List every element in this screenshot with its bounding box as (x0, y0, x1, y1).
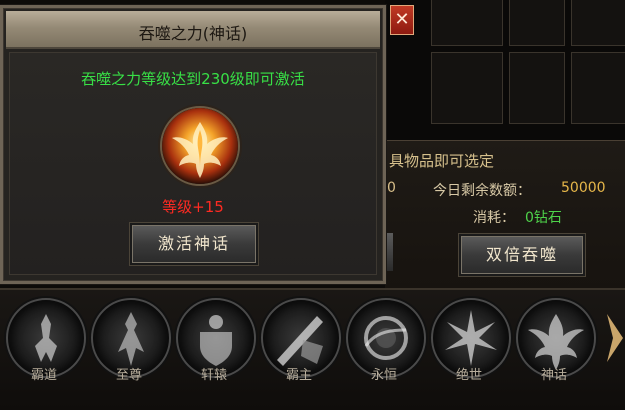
close-icon[interactable]: ✕ (390, 5, 414, 35)
skill-bar: 霸道 至尊 轩辕 霸主 永恒 绝世 神话 (0, 288, 625, 410)
grid-cell (431, 52, 503, 124)
remaining-label: 今日剩余数额： (433, 183, 531, 199)
skill-label: 绝世 (455, 368, 482, 383)
phoenix-icon (160, 106, 240, 186)
mythic-activation-dialog: 吞噬之力(神话) 吞噬之力等级达到230级即可激活 等级+15 激活神话 (0, 5, 386, 284)
activate-mythic-button[interactable]: 激活神话 (130, 223, 258, 265)
skill-label: 轩辕 (200, 368, 227, 383)
skill-label: 霸道 (30, 368, 57, 383)
requirement-text: 吞噬之力等级达到230级即可激活 (81, 70, 305, 88)
partial-value: 0 (387, 180, 396, 196)
skill-label: 霸主 (285, 368, 312, 383)
hidden-button-edge (385, 233, 393, 271)
dialog-title: 吞噬之力(神话) (138, 24, 248, 43)
remaining-value: 50000 (561, 180, 606, 196)
dialog-body: 吞噬之力等级达到230级即可激活 等级+15 激活神话 (9, 52, 377, 275)
grid-cell (571, 0, 625, 46)
dialog-header: 吞噬之力(神话) (6, 11, 380, 49)
double-devour-button[interactable]: 双倍吞噬 (459, 234, 585, 276)
grid-cell (431, 0, 503, 46)
next-arrow-icon[interactable] (605, 308, 625, 368)
skill-label: 神话 (540, 368, 567, 383)
panel-hint-text: 具物品即可选定 (389, 152, 495, 170)
devour-info-panel: 具物品即可选定 0 今日剩余数额： 50000 消耗： 0钻石 双倍吞噬 (385, 140, 625, 289)
skill-label: 至尊 (115, 368, 142, 383)
skill-label: 永恒 (370, 368, 397, 383)
cost-label: 消耗： (473, 210, 515, 226)
grid-cell (509, 0, 565, 46)
grid-cell (509, 52, 565, 124)
grid-cell (571, 52, 625, 124)
inventory-grid-background (385, 0, 625, 140)
level-bonus-text: 等级+15 (162, 198, 224, 216)
cost-value: 0钻石 (525, 210, 562, 226)
